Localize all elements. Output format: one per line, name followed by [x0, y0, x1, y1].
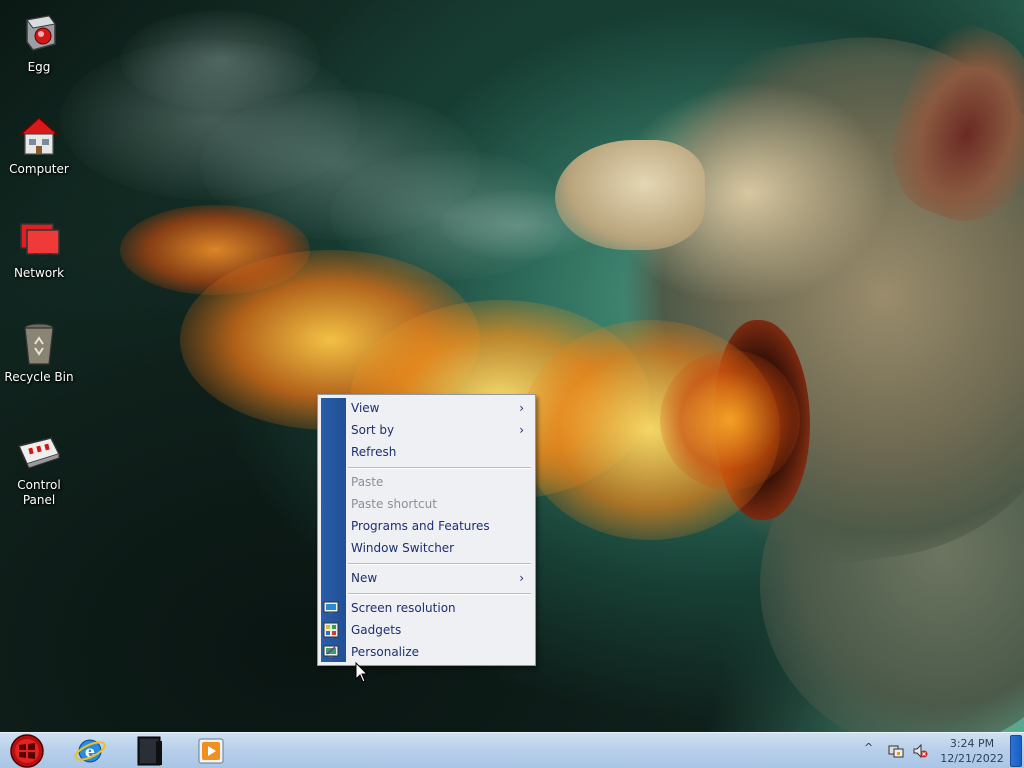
menu-item-label: Sort by [351, 423, 395, 437]
personalize-icon [323, 645, 339, 658]
start-button[interactable] [6, 734, 46, 768]
gadgets-icon [323, 622, 339, 638]
menu-item-label: Personalize [351, 645, 420, 659]
clock-time: 3:24 PM [949, 737, 995, 750]
tray-show-hidden-button[interactable]: ^ [864, 741, 873, 754]
media-player-icon[interactable] [194, 735, 230, 767]
menu-item-paste-shortcut: Paste shortcut [348, 493, 532, 515]
menu-item-label: Programs and Features [351, 519, 490, 533]
clock-date: 12/21/2022 [940, 752, 1004, 765]
desktop-icon-egg[interactable]: Egg [0, 10, 78, 75]
menu-item-new[interactable]: New › [348, 567, 532, 589]
menu-item-paste: Paste [348, 471, 532, 493]
menu-separator [348, 467, 531, 469]
menu-separator [348, 593, 531, 595]
taskbar: e ^ 3:24 PM 12/21/2022 [0, 732, 1024, 768]
desktop-icon-label: Control Panel [17, 478, 61, 507]
control-panel-icon [17, 437, 61, 469]
show-desktop-button[interactable] [1010, 735, 1022, 767]
menu-item-label: Refresh [351, 445, 397, 459]
desktop-icon-label: Egg [27, 60, 51, 74]
menu-item-label: Gadgets [351, 623, 402, 637]
menu-item-personalize[interactable]: Personalize [323, 641, 532, 663]
menu-item-label: New [351, 571, 378, 585]
menu-separator [348, 563, 531, 565]
menu-item-programs-and-features[interactable]: Programs and Features [348, 515, 532, 537]
menu-item-label: Paste shortcut [351, 497, 437, 511]
egg-icon [26, 15, 56, 51]
desktop-icon-network[interactable]: Network [0, 216, 78, 281]
menu-item-refresh[interactable]: Refresh [348, 441, 532, 463]
mouse-cursor-icon [355, 662, 369, 683]
desktop-icon-label: Recycle Bin [4, 370, 74, 384]
menu-item-sort-by[interactable]: Sort by › [348, 419, 532, 441]
menu-item-gadgets[interactable]: Gadgets [323, 619, 532, 641]
computer-house-icon [19, 116, 59, 155]
desktop-icon-label: Network [13, 266, 65, 280]
menu-item-label: Screen resolution [351, 601, 456, 615]
taskbar-clock[interactable]: 3:24 PM 12/21/2022 [936, 736, 1008, 766]
volume-muted-icon[interactable] [912, 743, 928, 759]
monitor-icon [323, 601, 339, 614]
recycle-bin-icon [24, 323, 54, 365]
submenu-arrow-icon: › [519, 401, 524, 415]
terminal-icon[interactable] [132, 735, 168, 767]
menu-item-screen-resolution[interactable]: Screen resolution [323, 597, 532, 619]
submenu-arrow-icon: › [519, 571, 524, 585]
desktop-icon-recycle-bin[interactable]: Recycle Bin [0, 320, 78, 385]
menu-item-window-switcher[interactable]: Window Switcher [348, 537, 532, 559]
desktop-icon-label: Computer [9, 162, 69, 176]
desktop-icon-control-panel[interactable]: Control Panel [0, 428, 78, 508]
desktop-icon-computer[interactable]: Computer [0, 112, 78, 177]
desktop-context-menu: View › Sort by › Refresh Paste Paste sho… [317, 394, 536, 666]
menu-item-label: Paste [351, 475, 384, 489]
submenu-arrow-icon: › [519, 423, 524, 437]
menu-item-view[interactable]: View › [348, 397, 532, 419]
network-icon [20, 223, 60, 262]
menu-item-label: View [351, 401, 380, 415]
menu-item-label: Window Switcher [351, 541, 455, 555]
network-tray-icon[interactable] [888, 743, 904, 759]
internet-explorer-icon[interactable]: e [72, 735, 108, 767]
